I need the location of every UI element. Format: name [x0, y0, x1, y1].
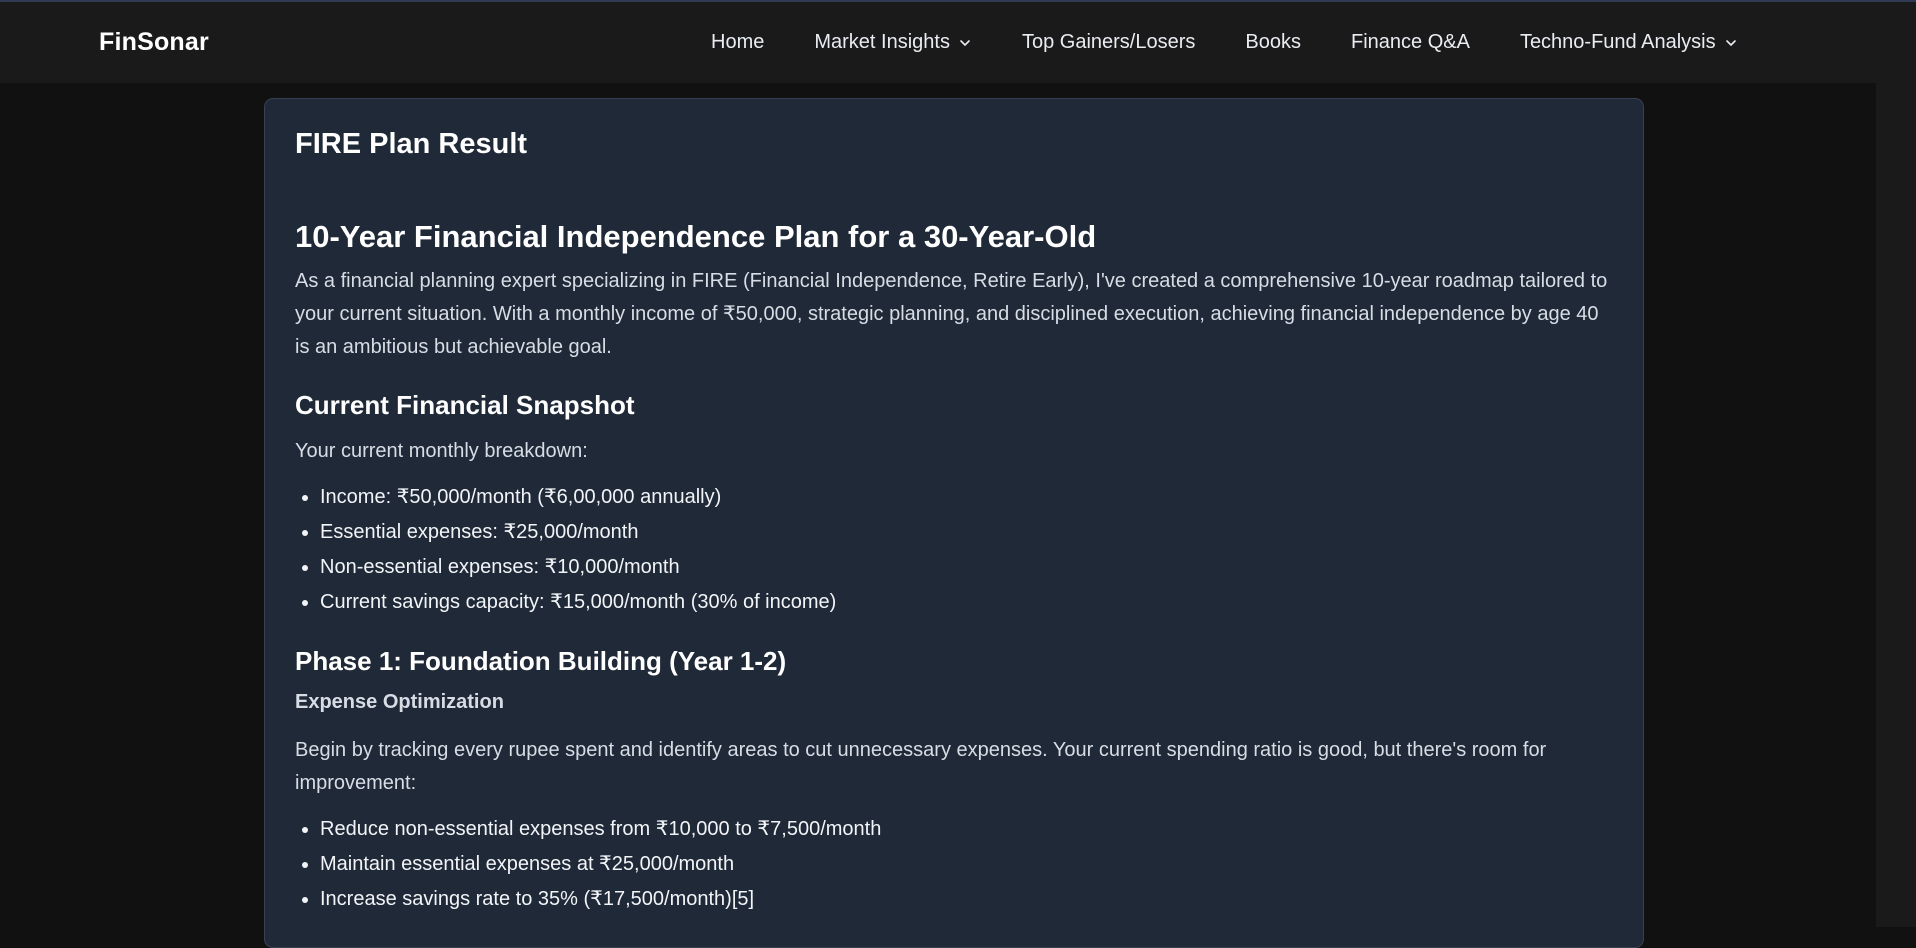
- nav-link-label: Finance Q&A: [1350, 31, 1470, 53]
- list-item: Reduce non-essential expenses from ₹10,0…: [320, 812, 1613, 847]
- nav-link-label: Books: [1245, 31, 1301, 53]
- phase1-list: Reduce non-essential expenses from ₹10,0…: [295, 812, 1613, 917]
- intro-paragraph: As a financial planning expert specializ…: [295, 269, 1608, 358]
- snapshot-heading: Current Financial Snapshot: [295, 389, 635, 420]
- nav-link-label: Techno-Fund Analysis: [1519, 31, 1716, 53]
- list-item: Current savings capacity: ₹15,000/month …: [320, 585, 1613, 620]
- list-item: Non-essential expenses: ₹10,000/month: [320, 550, 1613, 585]
- plan-heading: 10-Year Financial Independence Plan for …: [295, 218, 1097, 254]
- navbar: FinSonar Home Market Insights Top Gainer…: [0, 2, 1916, 83]
- nav-link-finance-qa[interactable]: Finance Q&A: [1351, 31, 1470, 54]
- list-item: Increase savings rate to 35% (₹17,500/mo…: [320, 882, 1613, 917]
- chevron-down-icon: [1724, 36, 1738, 50]
- card-title: FIRE Plan Result: [295, 128, 528, 160]
- snapshot-lead: Your current monthly breakdown:: [295, 440, 588, 463]
- chevron-down-icon: [958, 36, 972, 50]
- nav-link-techno-fund-analysis[interactable]: Techno-Fund Analysis: [1520, 31, 1738, 54]
- list-item: Essential expenses: ₹25,000/month: [320, 515, 1613, 550]
- nav-link-books[interactable]: Books: [1245, 31, 1301, 54]
- snapshot-list: Income: ₹50,000/month (₹6,00,000 annuall…: [295, 480, 1613, 620]
- result-card: FIRE Plan Result 10-Year Financial Indep…: [264, 98, 1644, 948]
- scroll-gutter: [1876, 83, 1916, 927]
- nav-link-home[interactable]: Home: [711, 31, 764, 54]
- nav-link-market-insights[interactable]: Market Insights: [814, 31, 972, 54]
- phase1-heading: Phase 1: Foundation Building (Year 1-2): [295, 646, 787, 677]
- list-item: Income: ₹50,000/month (₹6,00,000 annuall…: [320, 480, 1613, 515]
- list-item: Maintain essential expenses at ₹25,000/m…: [320, 847, 1613, 882]
- nav-links: Home Market Insights Top Gainers/Losers …: [711, 2, 1738, 83]
- nav-link-label: Home: [711, 31, 765, 53]
- nav-link-top-gainers-losers[interactable]: Top Gainers/Losers: [1022, 31, 1195, 54]
- nav-link-label: Market Insights: [814, 31, 950, 53]
- nav-link-label: Top Gainers/Losers: [1021, 31, 1196, 53]
- brand-logo[interactable]: FinSonar: [99, 28, 209, 57]
- phase1-subheading: Expense Optimization: [295, 691, 504, 714]
- phase1-paragraph: Begin by tracking every rupee spent and …: [295, 739, 1547, 795]
